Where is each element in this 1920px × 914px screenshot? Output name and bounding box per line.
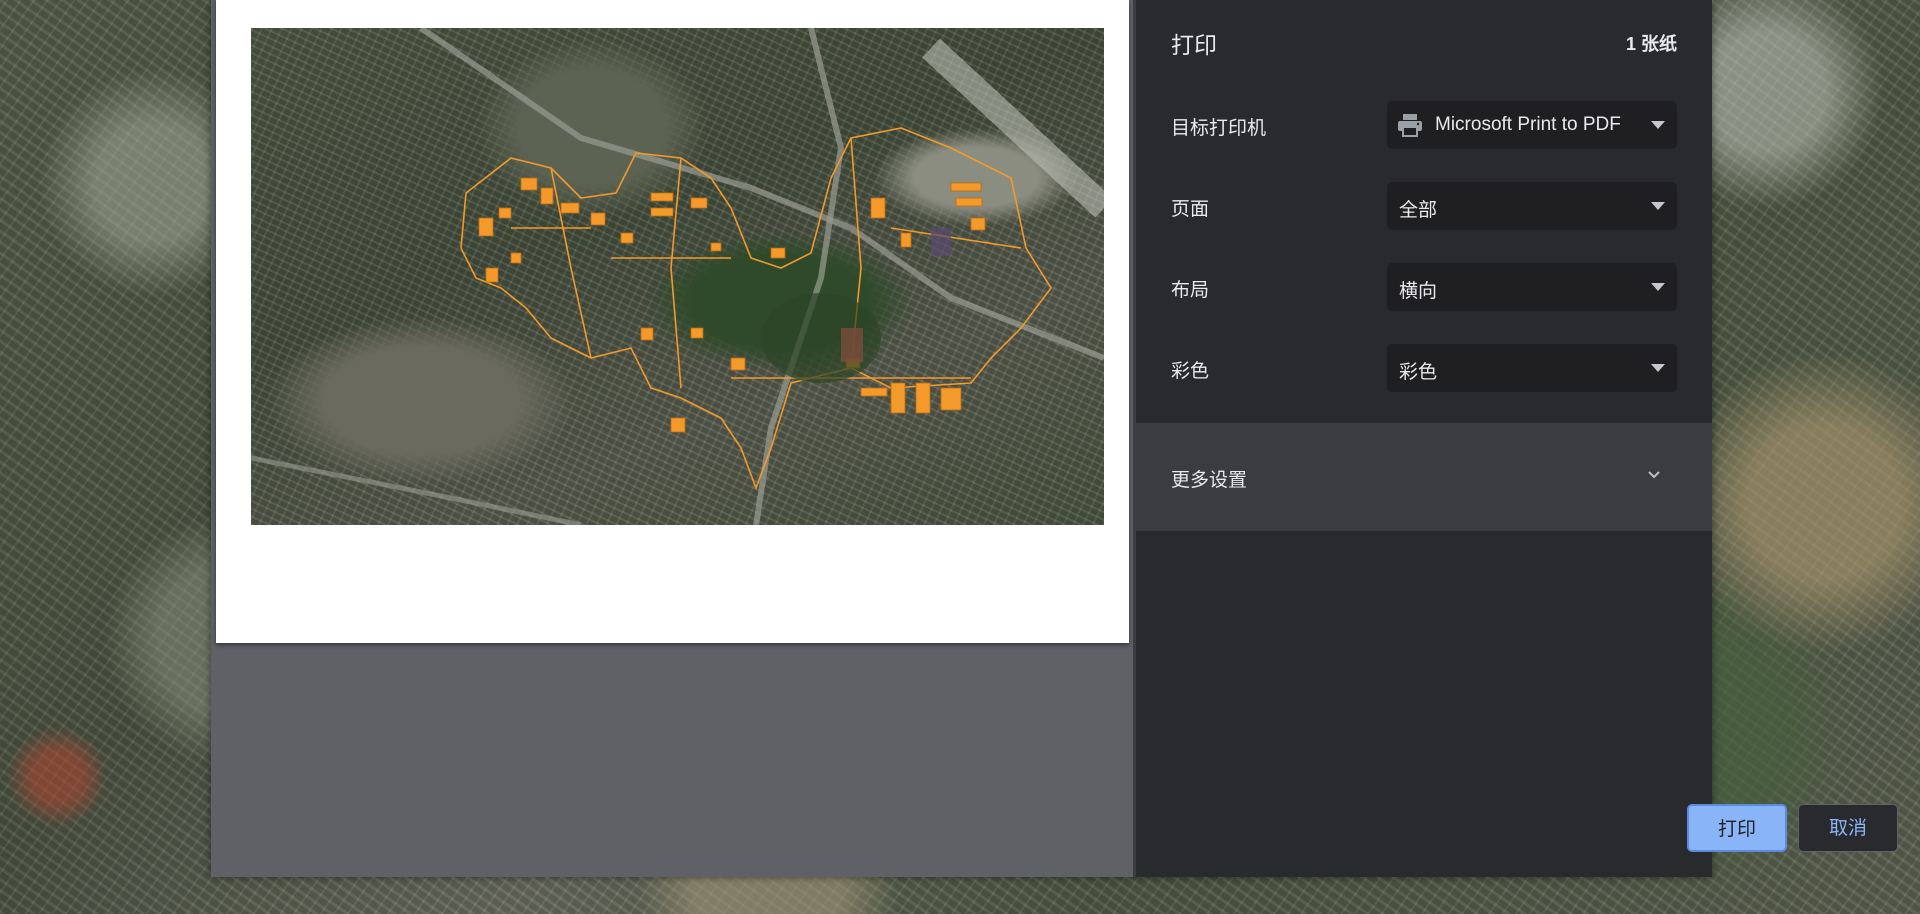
color-label: 彩色	[1171, 361, 1210, 382]
more-settings-toggle[interactable]: 更多设置	[1136, 423, 1712, 531]
destination-value: Microsoft Print to PDF	[1435, 114, 1621, 135]
print-settings-panel: 打印 1 张纸 目标打印机 Microsoft Print to PDF 页面 …	[1136, 0, 1898, 877]
print-preview-area	[211, 0, 1133, 877]
more-settings-label: 更多设置	[1171, 470, 1248, 491]
destination-label: 目标打印机	[1171, 118, 1267, 139]
layout-row: 布局 横向	[1171, 263, 1677, 311]
chevron-down-icon	[1651, 283, 1665, 291]
pages-row: 页面 全部	[1171, 182, 1677, 230]
pages-value: 全部	[1399, 200, 1438, 221]
layout-label: 布局	[1171, 280, 1210, 301]
chevron-down-icon	[1651, 364, 1665, 372]
preview-page	[216, 0, 1129, 643]
color-value: 彩色	[1399, 362, 1438, 383]
layout-value: 横向	[1399, 281, 1438, 302]
cancel-button[interactable]: 取消	[1798, 804, 1898, 852]
destination-row: 目标打印机 Microsoft Print to PDF	[1171, 101, 1677, 149]
preview-map-image	[251, 28, 1104, 525]
dialog-title: 打印	[1171, 32, 1217, 58]
chevron-down-icon	[1651, 202, 1665, 210]
printer-icon	[1398, 114, 1422, 137]
layout-select[interactable]: 横向	[1387, 263, 1677, 311]
destination-select[interactable]: Microsoft Print to PDF	[1387, 101, 1677, 149]
print-button[interactable]: 打印	[1687, 804, 1787, 852]
pages-label: 页面	[1171, 199, 1210, 220]
pages-select[interactable]: 全部	[1387, 182, 1677, 230]
chevron-down-icon	[1648, 471, 1660, 479]
chevron-down-icon	[1651, 121, 1665, 129]
print-dialog: 打印 1 张纸 目标打印机 Microsoft Print to PDF 页面 …	[211, 0, 1898, 877]
sheet-count: 1 张纸	[1625, 34, 1677, 54]
color-row: 彩色 彩色	[1171, 344, 1677, 392]
color-select[interactable]: 彩色	[1387, 344, 1677, 392]
